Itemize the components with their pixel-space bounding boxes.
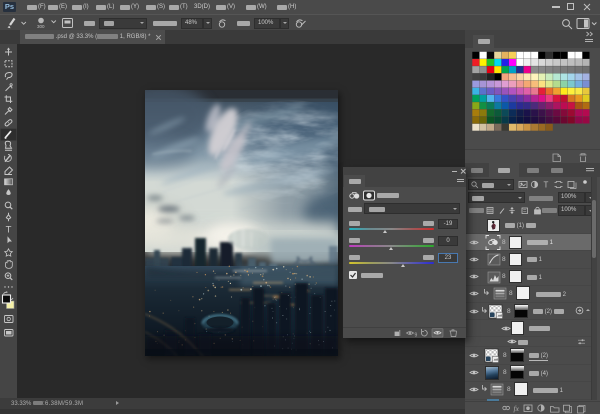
svg-text:T: T xyxy=(544,181,549,190)
svg-text:9: 9 xyxy=(415,333,418,339)
svg-text:T: T xyxy=(6,224,12,235)
svg-text:fx: fx xyxy=(514,404,520,413)
